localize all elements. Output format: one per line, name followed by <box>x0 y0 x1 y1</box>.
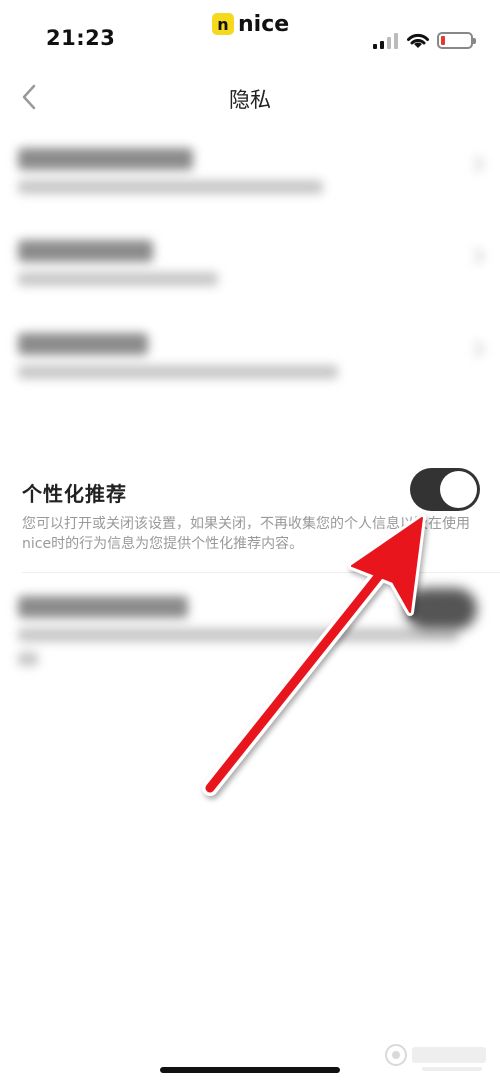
home-indicator[interactable] <box>160 1067 340 1073</box>
baidu-watermark-logo <box>385 1044 486 1071</box>
status-time: 21:23 <box>46 26 116 50</box>
logo-text: nice <box>238 11 290 37</box>
personalized-recommendation-description: 您可以打开或关闭该设置，如果关闭，不再收集您的个人信息以及在使用nice时的行为… <box>22 516 470 552</box>
status-bar: 21:23 n nice <box>0 0 500 80</box>
divider <box>22 572 500 573</box>
blurred-setting-row[interactable] <box>18 333 488 379</box>
signal-icon <box>373 33 401 49</box>
personalized-recommendation-toggle[interactable] <box>410 468 480 511</box>
toggle-knob <box>440 471 477 508</box>
logo-badge: n <box>212 13 234 35</box>
app-logo: n nice <box>212 10 289 38</box>
nav-bar: 隐私 <box>0 78 500 118</box>
blurred-toggle[interactable] <box>405 588 477 630</box>
battery-icon <box>437 32 476 49</box>
wifi-icon <box>407 33 429 48</box>
personalized-recommendation-title: 个性化推荐 <box>22 482 127 506</box>
page-title: 隐私 <box>229 88 271 112</box>
blurred-setting-row[interactable] <box>18 240 488 286</box>
blurred-setting-row[interactable] <box>18 148 488 194</box>
